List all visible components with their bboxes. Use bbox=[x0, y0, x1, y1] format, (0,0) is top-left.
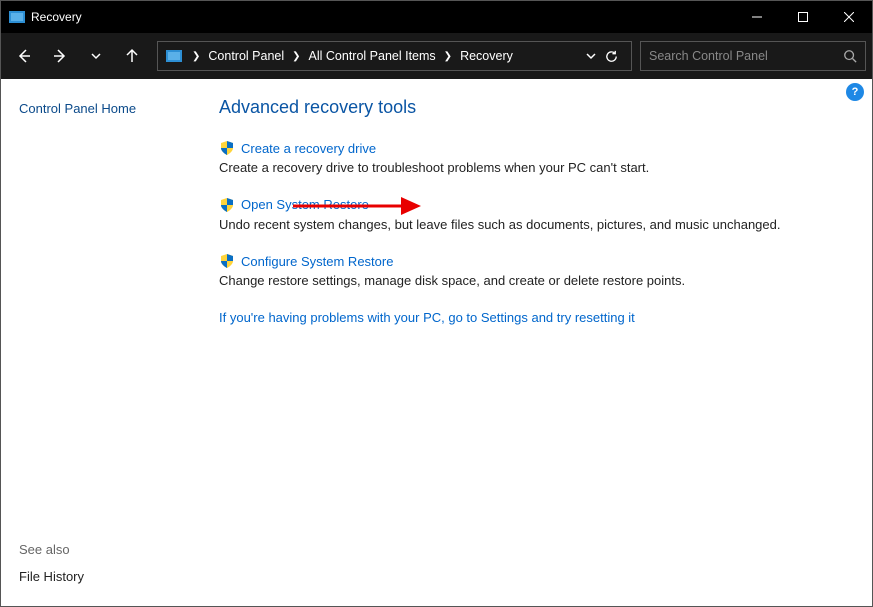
content-area: Control Panel Home See also File History… bbox=[1, 79, 872, 606]
tool-configure-system-restore: Configure System Restore Change restore … bbox=[219, 253, 844, 290]
window-controls bbox=[734, 1, 872, 33]
maximize-button[interactable] bbox=[780, 1, 826, 33]
control-panel-home-link[interactable]: Control Panel Home bbox=[19, 101, 189, 116]
tool-description: Undo recent system changes, but leave fi… bbox=[219, 216, 844, 234]
minimize-button[interactable] bbox=[734, 1, 780, 33]
breadcrumb-item[interactable]: Control Panel bbox=[206, 49, 286, 63]
breadcrumb-item[interactable]: All Control Panel Items bbox=[307, 49, 438, 63]
close-button[interactable] bbox=[826, 1, 872, 33]
sidebar: Control Panel Home See also File History bbox=[1, 79, 207, 606]
search-box[interactable] bbox=[640, 41, 866, 71]
recovery-app-icon bbox=[9, 9, 25, 25]
main-panel: ? Advanced recovery tools Create a recov… bbox=[207, 79, 872, 606]
chevron-right-icon[interactable]: ❯ bbox=[438, 51, 458, 62]
uac-shield-icon bbox=[219, 253, 235, 269]
uac-shield-icon bbox=[219, 140, 235, 156]
tool-open-system-restore: Open System Restore Undo recent system c… bbox=[219, 197, 844, 234]
create-recovery-drive-link[interactable]: Create a recovery drive bbox=[241, 141, 376, 156]
search-input[interactable] bbox=[649, 49, 843, 63]
back-button[interactable] bbox=[7, 39, 41, 73]
help-icon[interactable]: ? bbox=[846, 83, 864, 101]
tool-description: Change restore settings, manage disk spa… bbox=[219, 272, 844, 290]
breadcrumb-item[interactable]: Recovery bbox=[458, 49, 515, 63]
search-icon[interactable] bbox=[843, 49, 857, 63]
tool-description: Create a recovery drive to troubleshoot … bbox=[219, 159, 844, 177]
titlebar: Recovery bbox=[1, 1, 872, 33]
up-button[interactable] bbox=[115, 39, 149, 73]
configure-system-restore-link[interactable]: Configure System Restore bbox=[241, 254, 393, 269]
file-history-link[interactable]: File History bbox=[19, 569, 189, 584]
see-also-heading: See also bbox=[19, 542, 189, 557]
toolbar: ❯ Control Panel ❯ All Control Panel Item… bbox=[1, 33, 872, 79]
address-bar[interactable]: ❯ Control Panel ❯ All Control Panel Item… bbox=[157, 41, 632, 71]
page-title: Advanced recovery tools bbox=[219, 97, 844, 118]
chevron-down-icon[interactable] bbox=[586, 51, 596, 61]
window-title: Recovery bbox=[31, 10, 734, 24]
recent-locations-button[interactable] bbox=[79, 39, 113, 73]
chevron-right-icon[interactable]: ❯ bbox=[286, 51, 306, 62]
recovery-location-icon bbox=[166, 48, 182, 64]
tool-create-recovery-drive: Create a recovery drive Create a recover… bbox=[219, 140, 844, 177]
chevron-right-icon[interactable]: ❯ bbox=[186, 51, 206, 62]
reset-pc-link[interactable]: If you're having problems with your PC, … bbox=[219, 310, 844, 325]
refresh-icon[interactable] bbox=[604, 49, 619, 64]
uac-shield-icon bbox=[219, 197, 235, 213]
open-system-restore-link[interactable]: Open System Restore bbox=[241, 197, 369, 212]
forward-button[interactable] bbox=[43, 39, 77, 73]
